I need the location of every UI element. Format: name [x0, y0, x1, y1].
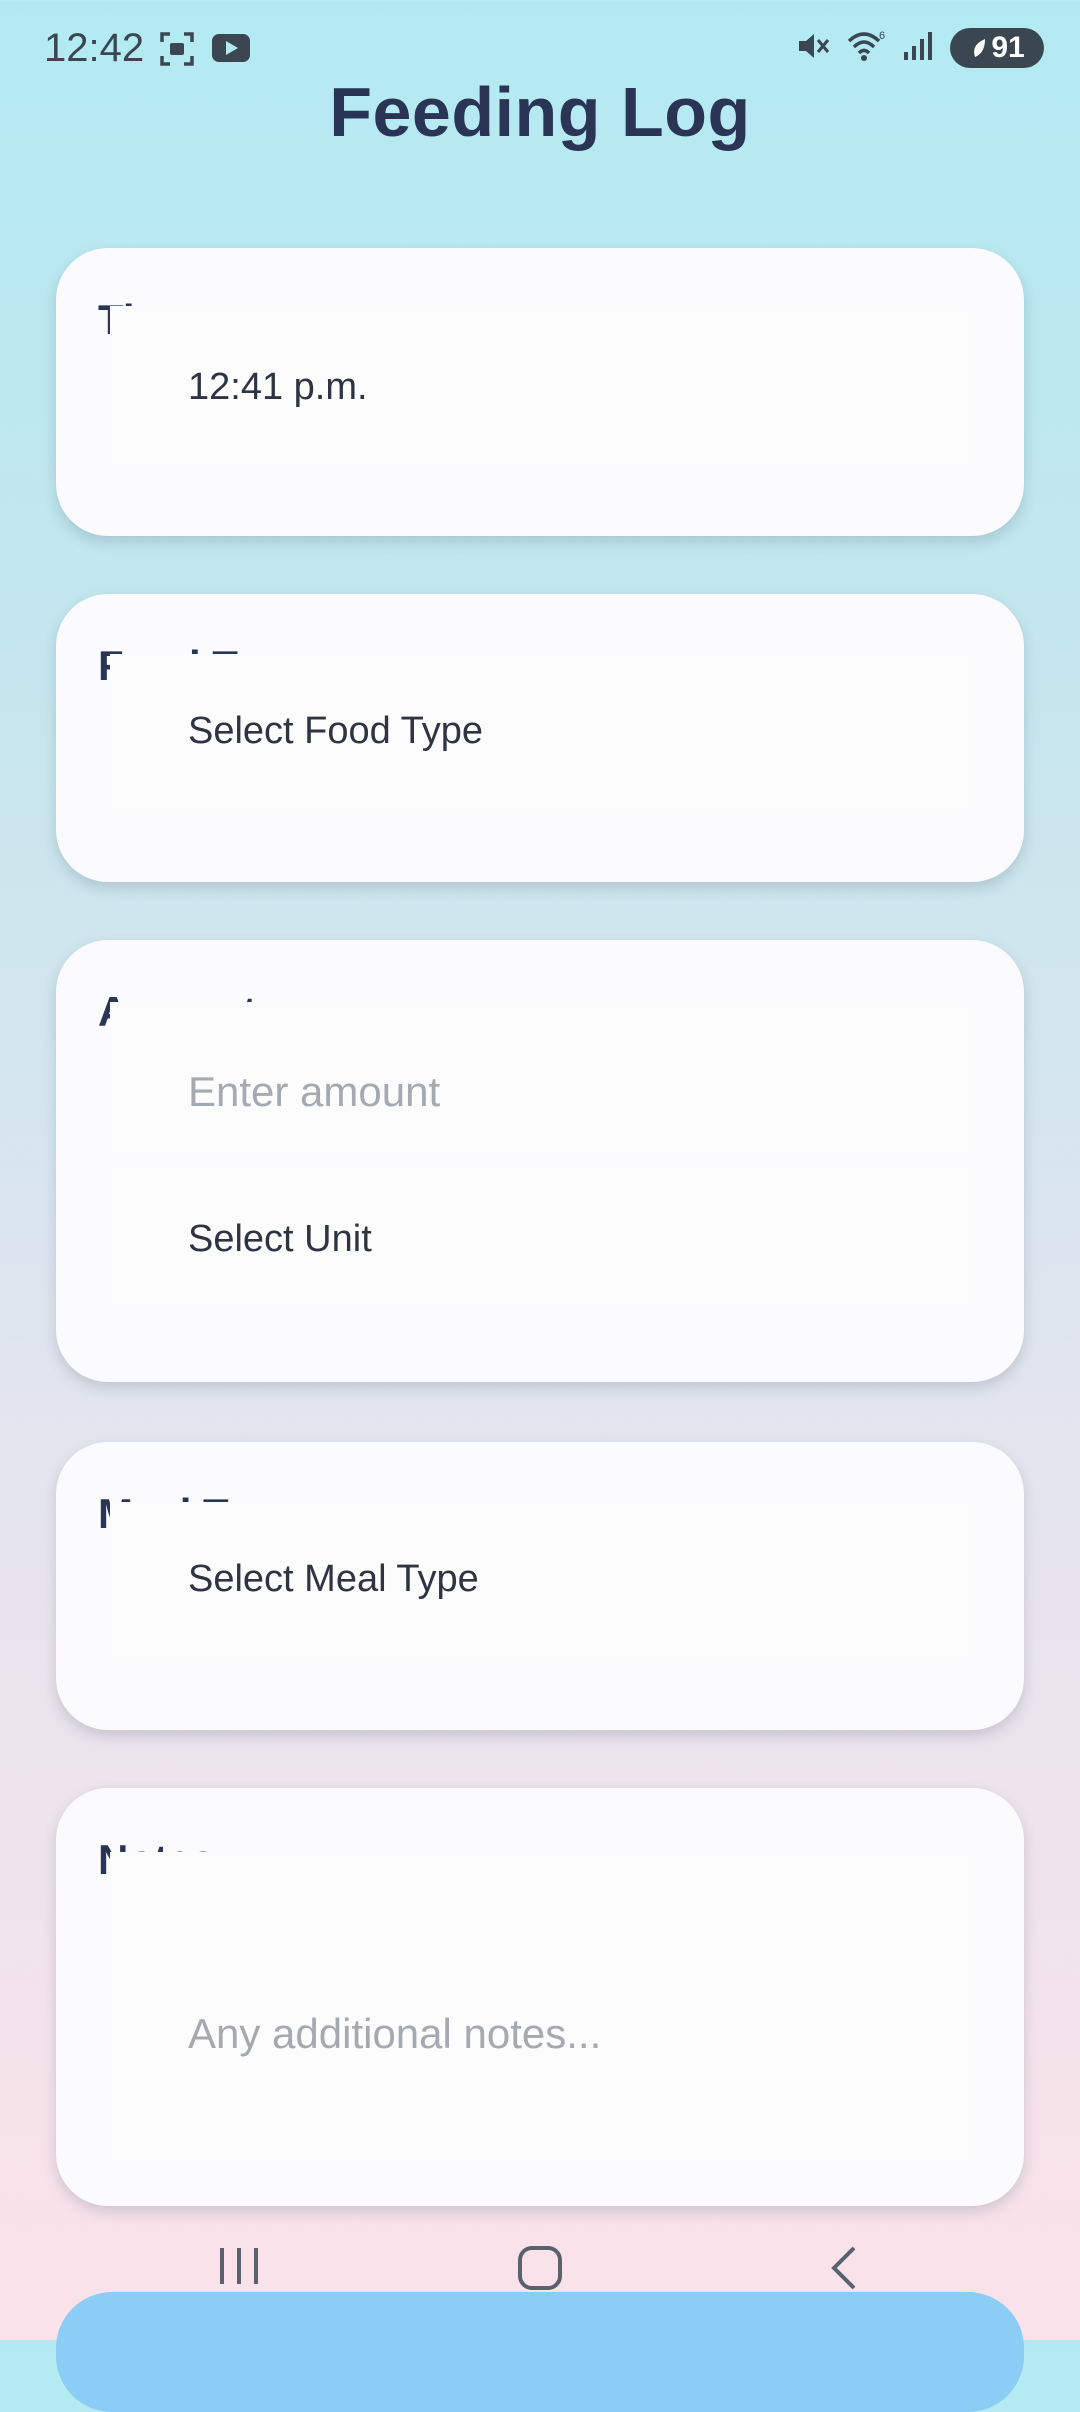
page-title: Feeding Log: [329, 73, 751, 151]
wifi-icon: 6: [846, 29, 886, 68]
back-icon[interactable]: [826, 2244, 862, 2297]
screenshot-icon: [158, 30, 196, 73]
save-button[interactable]: [56, 2292, 1024, 2412]
food-type-select[interactable]: Select Food Type: [110, 654, 970, 814]
status-time: 12:42: [44, 26, 145, 70]
unit-select[interactable]: Select Unit: [110, 1166, 970, 1306]
food-type-card: Food Type Select Food Type: [56, 594, 1024, 882]
signal-icon: [902, 30, 934, 67]
status-left-icons: [158, 30, 252, 73]
amount-placeholder: Enter amount: [188, 1068, 441, 1115]
meal-type-card: Meal Type Select Meal Type: [56, 1442, 1024, 1730]
battery-icon: 91: [950, 28, 1044, 68]
svg-text:6: 6: [879, 30, 885, 42]
time-card: Time 12:41 p.m.: [56, 248, 1024, 536]
recent-apps-icon[interactable]: [216, 2244, 262, 2293]
time-value: 12:41 p.m.: [188, 366, 368, 408]
notes-placeholder: Any additional notes...: [188, 2010, 602, 2057]
notes-textarea[interactable]: Any additional notes...: [110, 1852, 970, 2162]
meal-type-value: Select Meal Type: [188, 1558, 479, 1600]
time-picker[interactable]: 12:41 p.m.: [110, 306, 970, 466]
unit-value: Select Unit: [188, 1218, 372, 1260]
mute-icon: [796, 29, 830, 68]
notes-card: Notes Any additional notes...: [56, 1788, 1024, 2206]
battery-level: 91: [991, 31, 1025, 64]
home-icon[interactable]: [516, 2244, 564, 2297]
food-type-value: Select Food Type: [188, 710, 484, 752]
amount-input[interactable]: Enter amount: [110, 1002, 970, 1152]
meal-type-select[interactable]: Select Meal Type: [110, 1502, 970, 1662]
status-right-icons: 6 91: [796, 28, 1044, 68]
youtube-icon: [210, 30, 252, 73]
amount-card: Amount Enter amount Select Unit: [56, 940, 1024, 1382]
